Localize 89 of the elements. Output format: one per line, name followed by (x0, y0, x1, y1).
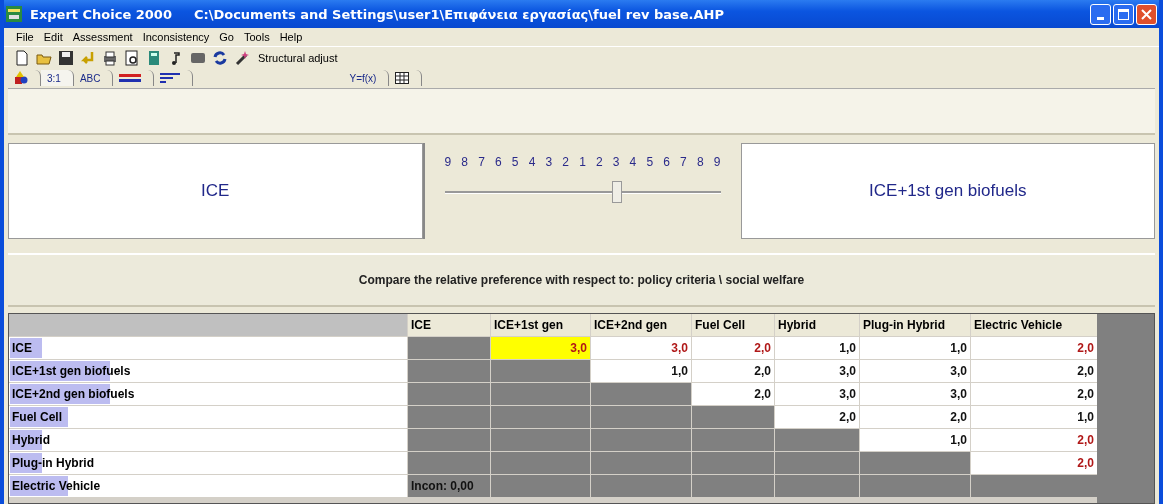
scale-number: 8 (696, 155, 704, 169)
column-header: ICE (408, 314, 490, 336)
inconsistency-cell: Incon: 0,00 (408, 475, 490, 497)
row-label: Plug-in Hybrid (11, 456, 94, 470)
table-cell[interactable]: 3,0 (775, 360, 859, 382)
column-header: ICE+1st gen (491, 314, 590, 336)
bars-icon (160, 73, 181, 83)
rectangle-icon[interactable] (190, 50, 206, 66)
scale-number: 4 (528, 155, 536, 169)
scale-number: 2 (562, 155, 569, 169)
file-path: C:\Documents and Settings\user1\Επιφάνεια εργασίας\fuel rev base.AHP (193, 6, 725, 22)
maximize-button[interactable] (1113, 3, 1134, 25)
maximize-icon (1118, 8, 1129, 20)
menu-item[interactable]: Inconsistency (142, 31, 210, 43)
table-cell[interactable]: 2,0 (860, 406, 970, 428)
wand-icon[interactable] (234, 50, 250, 66)
scale-number: 9 (713, 155, 721, 169)
right-alternative: ICE+1st gen biofuels (740, 143, 1155, 239)
table-cell[interactable]: 2,0 (692, 360, 774, 382)
menu-item[interactable]: Help (279, 31, 303, 43)
menu-item[interactable]: Assessment (72, 31, 133, 43)
scale-number: 8 (461, 155, 468, 169)
scale-number: 9 (444, 155, 452, 169)
tab[interactable]: 3:1 (41, 70, 74, 86)
refresh-icon[interactable] (212, 50, 228, 66)
table-cell[interactable]: 2,0 (971, 429, 1097, 451)
scale-number: 7 (478, 155, 485, 169)
left-alternative: ICE (8, 143, 423, 239)
table-cell[interactable]: 3,0 (591, 337, 691, 359)
table-cell[interactable]: 1,0 (860, 429, 970, 451)
column-header: ICE+2nd gen (591, 314, 691, 336)
lines-icon (119, 74, 142, 82)
scale-number: 1 (579, 155, 586, 169)
menu-item[interactable]: Edit (43, 31, 63, 43)
menu-item[interactable]: Go (219, 31, 234, 43)
menu-item[interactable]: File (16, 31, 34, 43)
calculator-icon[interactable] (146, 50, 162, 66)
column-header: Fuel Cell (692, 314, 774, 336)
window-title: Expert Choice 2000 (30, 6, 172, 22)
slider-thumb[interactable] (612, 181, 622, 203)
scale-number: 7 (680, 155, 687, 169)
table-cell[interactable]: 2,0 (692, 337, 774, 359)
new-file-icon[interactable] (14, 50, 30, 66)
scale-number: 2 (595, 155, 603, 169)
row-label: Hybrid (11, 433, 50, 447)
scale-number: 5 (646, 155, 654, 169)
app-icon (6, 6, 22, 22)
scale-number: 4 (629, 155, 637, 169)
table-cell[interactable]: 2,0 (971, 383, 1097, 405)
scale-number: 5 (511, 155, 519, 169)
column-header: Plug-in Hybrid (860, 314, 970, 336)
close-button[interactable] (1136, 3, 1157, 25)
scale-number: 6 (663, 155, 670, 169)
table-cell[interactable]: 2,0 (971, 337, 1097, 359)
row-label: ICE (11, 341, 32, 355)
printer-icon[interactable] (102, 50, 118, 66)
grid-icon (395, 72, 410, 84)
table-cell[interactable]: 2,0 (775, 406, 859, 428)
row-label: ICE+1st gen biofuels (11, 364, 131, 378)
close-icon (1141, 8, 1152, 20)
column-header: Hybrid (775, 314, 859, 336)
table-cell[interactable]: 1,0 (971, 406, 1097, 428)
row-label: Fuel Cell (11, 410, 62, 424)
table-cell[interactable]: 3,0 (491, 337, 590, 359)
table-cell[interactable]: 3,0 (860, 360, 970, 382)
table-cell[interactable]: 2,0 (971, 452, 1097, 474)
minimize-button[interactable] (1090, 3, 1111, 25)
structural-adjust-button[interactable]: Structural adjust (256, 52, 340, 64)
table-cell[interactable]: 1,0 (775, 337, 859, 359)
scale-number: 6 (495, 155, 502, 169)
preview-icon[interactable] (124, 50, 140, 66)
minimize-icon (1097, 17, 1104, 20)
shapes-icon (14, 71, 28, 85)
menu-item[interactable]: Tools (243, 31, 270, 43)
table-cell[interactable]: 1,0 (591, 360, 691, 382)
table-cell[interactable]: 2,0 (971, 360, 1097, 382)
comparison-prompt: Compare the relative preference with respect to: policy criteria \ social welfare (8, 253, 1155, 307)
column-header: Electric Vehicle (971, 314, 1097, 336)
table-cell[interactable]: 2,0 (692, 383, 774, 405)
tab[interactable]: ABC (73, 70, 114, 86)
row-label: ICE+2nd gen biofuels (11, 387, 135, 401)
tab[interactable]: Y=f(x) (343, 70, 390, 86)
table-cell[interactable]: 3,0 (860, 383, 970, 405)
scale-number: 3 (545, 155, 553, 169)
scale-number: 3 (612, 155, 620, 169)
save-icon[interactable] (58, 50, 74, 66)
row-label: Electric Vehicle (11, 479, 101, 493)
table-cell[interactable]: 3,0 (775, 383, 859, 405)
table-cell[interactable]: 1,0 (860, 337, 970, 359)
